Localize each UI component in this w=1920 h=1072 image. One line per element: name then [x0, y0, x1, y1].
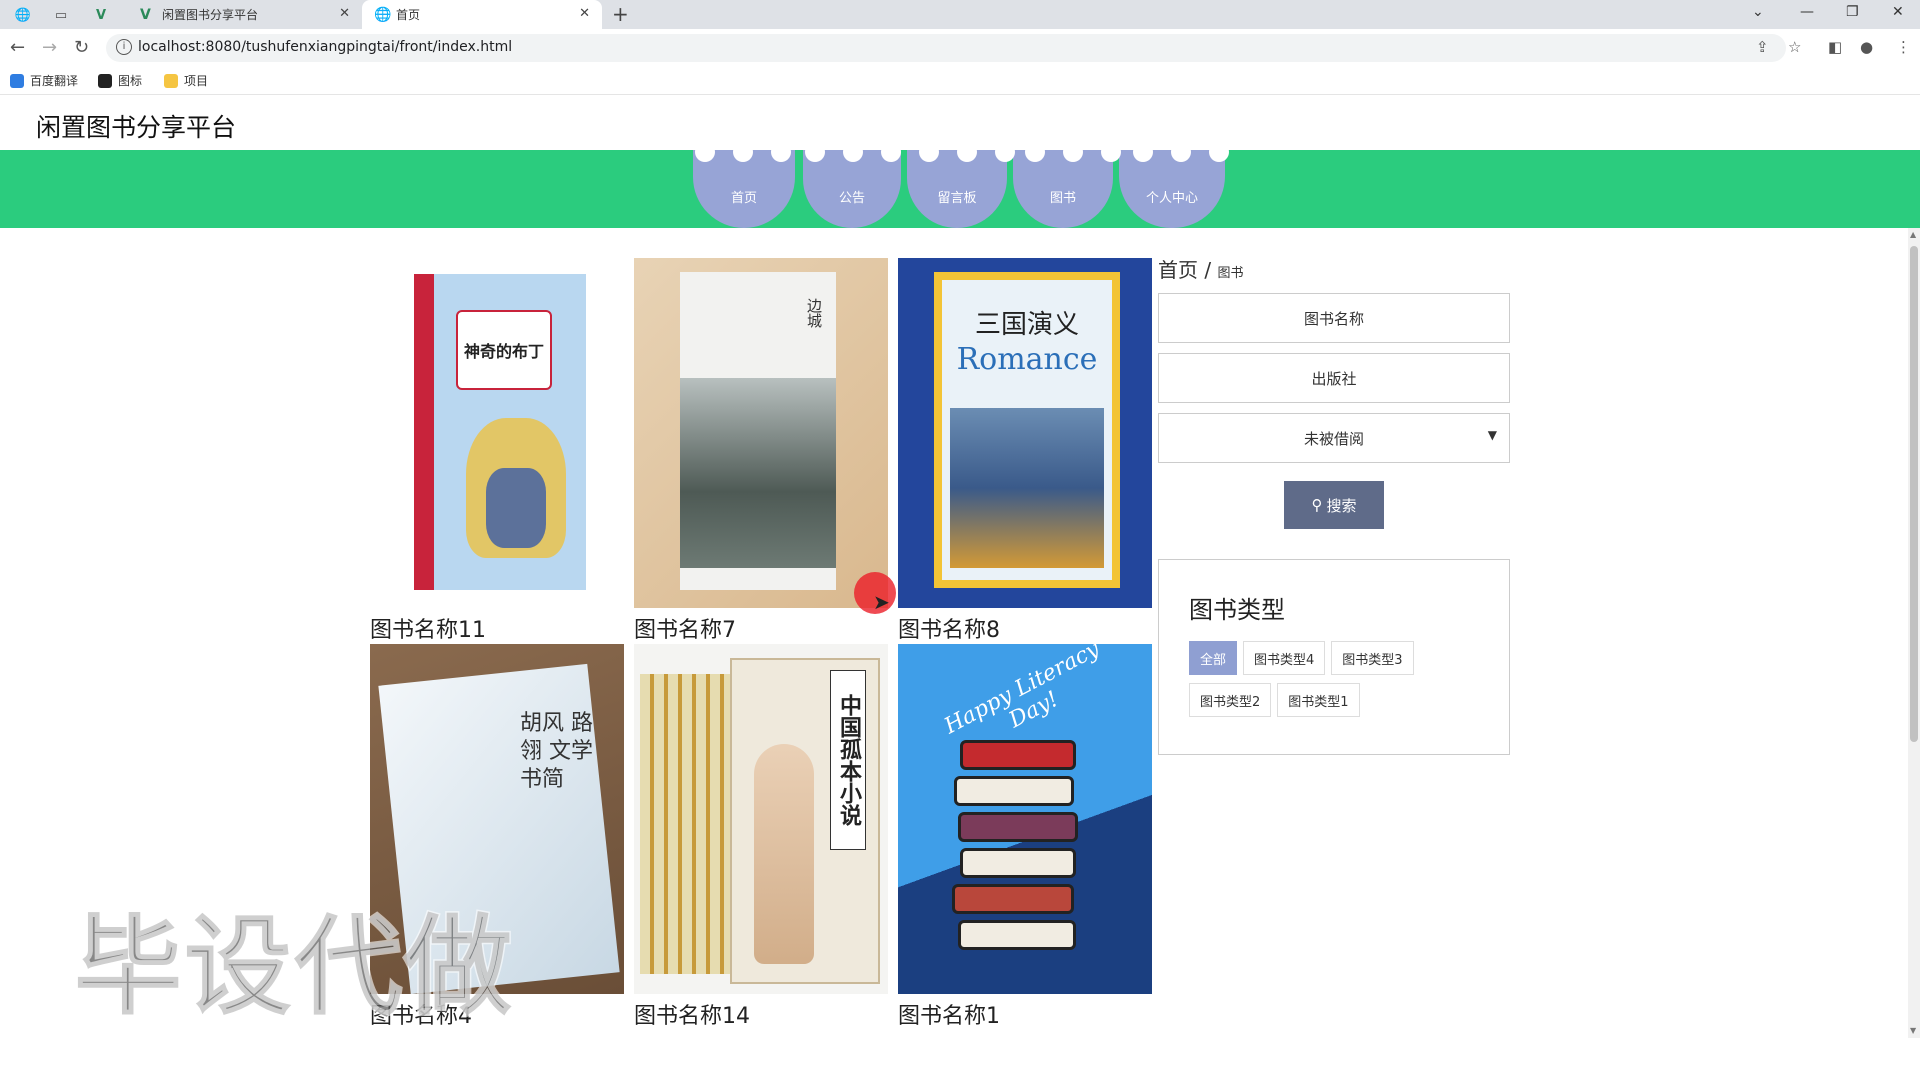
category-chip-1[interactable]: 图书类型1	[1277, 683, 1360, 717]
vue-favicon-icon: V	[140, 7, 151, 23]
site-header: 闲置图书分享平台	[0, 96, 1920, 150]
mouse-pointer-icon: ➤	[873, 590, 890, 614]
borrow-status-select[interactable]: 未被借阅 ▼	[1158, 413, 1510, 463]
page-scrollbar[interactable]: ▲ ▼	[1908, 228, 1920, 1038]
book-cover[interactable]: 三国演义 Romance	[898, 258, 1152, 608]
watermark-text: 毕设代做	[72, 904, 515, 1032]
bookmark-icons[interactable]: 图标	[98, 72, 142, 89]
scroll-down-icon[interactable]: ▼	[1910, 1026, 1916, 1035]
bookmarks-bar: 百度翻译 图标 项目	[0, 67, 1920, 95]
scallop-decoration	[843, 142, 863, 162]
info-icon[interactable]: i	[116, 39, 132, 55]
book-card[interactable]: 神奇的布丁 图书名称11	[370, 258, 624, 644]
category-box: 图书类型 全部 图书类型4 图书类型3 图书类型2 图书类型1	[1158, 559, 1510, 755]
nav-item-message-board[interactable]: 留言板	[907, 150, 1007, 228]
new-tab-icon[interactable]: +	[612, 2, 629, 26]
menu-icon[interactable]: ⋮	[1896, 38, 1911, 56]
globe-icon[interactable]: 🌐	[6, 4, 40, 26]
book-card[interactable]: 中国孤本小说 图书名称14	[634, 644, 888, 1030]
site-title: 闲置图书分享平台	[36, 113, 237, 142]
browser-tab-bar: 🌐 ▭ V V 闲置图书分享平台 ✕ 🌐 首页 ✕ + ⌄ — ❐ ✕	[0, 0, 1920, 29]
scallop-decoration	[1133, 142, 1153, 162]
scallop-decoration	[995, 142, 1015, 162]
scallop-decoration	[957, 142, 977, 162]
url-text[interactable]: localhost:8080/tushufenxiangpingtai/fron…	[138, 39, 512, 55]
tab-title: 首页	[396, 8, 421, 22]
book-card[interactable]: 三国演义 Romance 图书名称8	[898, 258, 1152, 644]
vue-tab-icon[interactable]: V	[84, 4, 118, 26]
category-chip-3[interactable]: 图书类型3	[1331, 641, 1414, 675]
side-panel-icon[interactable]: ◧	[1828, 38, 1842, 56]
scallop-decoration	[881, 142, 901, 162]
bookmark-baidu-translate[interactable]: 百度翻译	[10, 72, 78, 89]
search-button[interactable]: ⚲ 搜索	[1284, 481, 1384, 529]
book-name[interactable]: 图书名称14	[634, 998, 888, 1030]
bookmark-project[interactable]: 项目	[164, 72, 208, 89]
filter-panel: 首页 / 图书 图书名称 出版社 未被借阅 ▼ ⚲ 搜索 图书类型 全部 图书类…	[1158, 254, 1510, 755]
breadcrumb-current: 图书	[1217, 266, 1244, 281]
iconfont-icon	[98, 73, 112, 88]
folder-icon	[164, 73, 178, 88]
scroll-up-icon[interactable]: ▲	[1910, 230, 1916, 239]
scallop-decoration	[805, 142, 825, 162]
forward-icon[interactable]: →	[42, 37, 57, 58]
chevron-down-icon: ▼	[1487, 428, 1497, 442]
book-cover[interactable]: 神奇的布丁	[370, 258, 624, 608]
nav-item-books[interactable]: 图书	[1013, 150, 1113, 228]
book-name[interactable]: 图书名称8	[898, 612, 1152, 644]
scallop-decoration	[919, 142, 939, 162]
book-cover[interactable]: Happy Literacy Day!	[898, 644, 1152, 994]
share-icon[interactable]: ⇪	[1756, 38, 1769, 56]
category-chip-2[interactable]: 图书类型2	[1189, 683, 1272, 717]
publisher-input[interactable]: 出版社	[1158, 353, 1510, 403]
translate-icon	[10, 73, 24, 88]
tab-search-icon[interactable]: ⌄	[1752, 4, 1764, 20]
browser-address-bar: ← → ↻ i localhost:8080/tushufenxiangping…	[0, 29, 1920, 67]
book-name[interactable]: 图书名称1	[898, 998, 1152, 1030]
close-icon[interactable]: ✕	[339, 6, 350, 21]
restore-icon[interactable]: ❐	[1846, 4, 1859, 20]
nav-item-profile[interactable]: 个人中心	[1119, 150, 1225, 228]
book-cover[interactable]: 边城	[634, 258, 888, 608]
scallop-decoration	[771, 142, 791, 162]
scallop-decoration	[1209, 142, 1229, 162]
scallop-decoration	[733, 142, 753, 162]
category-chips: 全部 图书类型4 图书类型3 图书类型2 图书类型1	[1189, 641, 1479, 717]
book-card[interactable]: 边城 图书名称7	[634, 258, 888, 644]
book-card[interactable]: Happy Literacy Day! 图书名称1	[898, 644, 1152, 1030]
search-icon: ⚲	[1311, 496, 1323, 514]
category-chip-4[interactable]: 图书类型4	[1243, 641, 1326, 675]
book-cover[interactable]: 中国孤本小说	[634, 644, 888, 994]
blank-tab-icon[interactable]: ▭	[44, 4, 78, 26]
minimize-icon[interactable]: —	[1800, 4, 1814, 20]
category-chip-all[interactable]: 全部	[1189, 641, 1238, 675]
window-close-icon[interactable]: ✕	[1892, 4, 1904, 20]
book-name[interactable]: 图书名称11	[370, 612, 624, 644]
back-icon[interactable]: ←	[10, 37, 25, 58]
scallop-decoration	[1025, 142, 1045, 162]
tab-platform[interactable]: V 闲置图书分享平台 ✕	[128, 0, 362, 29]
reload-icon[interactable]: ↻	[74, 37, 89, 58]
main-nav: 首页 公告 留言板 图书 个人中心	[0, 142, 1920, 228]
book-name[interactable]: 图书名称7	[634, 612, 888, 644]
scrollbar-thumb[interactable]	[1910, 246, 1918, 742]
url-omnibox[interactable]: i localhost:8080/tushufenxiangpingtai/fr…	[106, 34, 1786, 62]
bookmark-star-icon[interactable]: ☆	[1788, 38, 1801, 56]
tab-home[interactable]: 🌐 首页 ✕	[362, 0, 602, 29]
close-icon[interactable]: ✕	[579, 6, 590, 21]
tab-title: 闲置图书分享平台	[162, 8, 259, 22]
category-title: 图书类型	[1189, 596, 1285, 624]
scallop-decoration	[1171, 142, 1191, 162]
breadcrumb: 首页 / 图书	[1158, 258, 1244, 282]
scallop-decoration	[1101, 142, 1121, 162]
breadcrumb-home[interactable]: 首页	[1158, 258, 1198, 282]
profile-icon[interactable]: ●	[1860, 38, 1873, 56]
globe-icon: 🌐	[374, 7, 392, 23]
book-name-input[interactable]: 图书名称	[1158, 293, 1510, 343]
scallop-decoration	[1063, 142, 1083, 162]
scallop-decoration	[695, 142, 715, 162]
